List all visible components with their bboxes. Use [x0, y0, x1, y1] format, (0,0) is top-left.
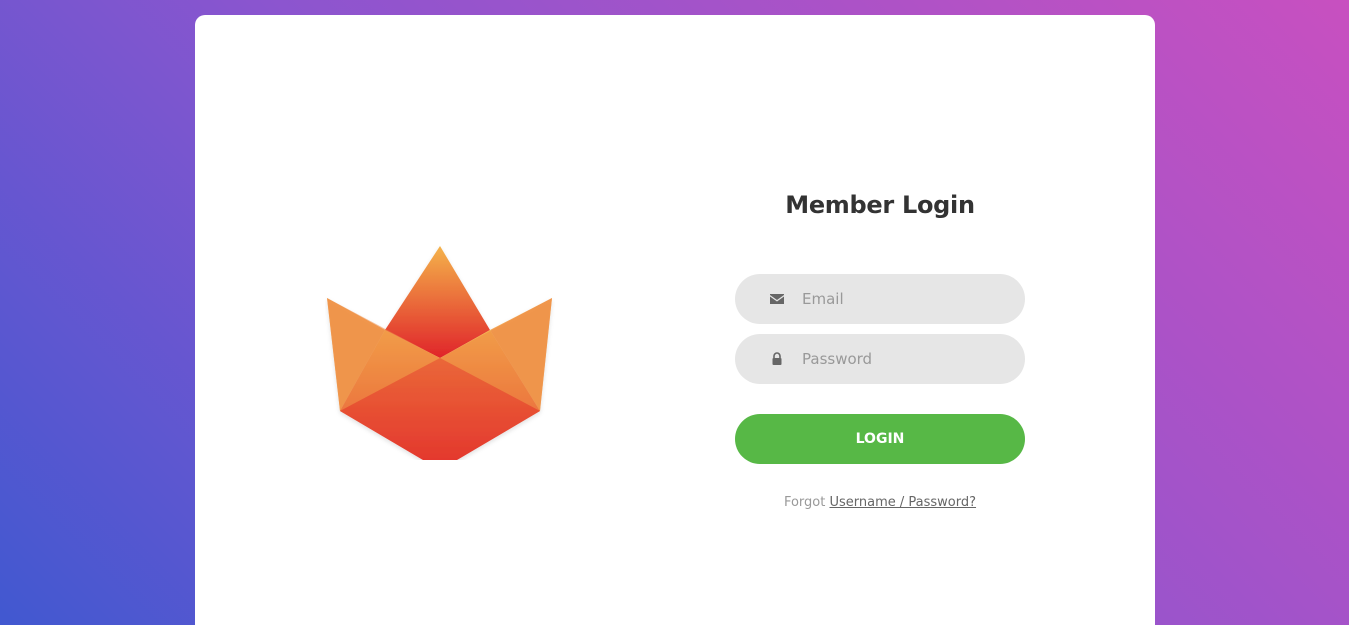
envelope-icon: [770, 294, 784, 304]
crown-logo-icon: [327, 246, 552, 460]
form-title: Member Login: [785, 191, 975, 219]
forgot-credentials-link[interactable]: Username / Password?: [829, 495, 976, 510]
password-field-wrapper[interactable]: [735, 334, 1025, 384]
email-input[interactable]: [802, 274, 1002, 324]
login-card: Member Login LOGIN Forgot Username / Pas…: [195, 15, 1155, 625]
forgot-prefix: Forgot: [783, 495, 826, 510]
login-form: Member Login LOGIN Forgot Username / Pas…: [735, 185, 1025, 510]
email-field-wrapper[interactable]: [735, 274, 1025, 324]
forgot-credentials: Forgot Username / Password?: [735, 495, 1025, 510]
login-button[interactable]: LOGIN: [735, 414, 1025, 464]
password-input[interactable]: [802, 334, 1002, 384]
lock-icon: [772, 352, 782, 365]
